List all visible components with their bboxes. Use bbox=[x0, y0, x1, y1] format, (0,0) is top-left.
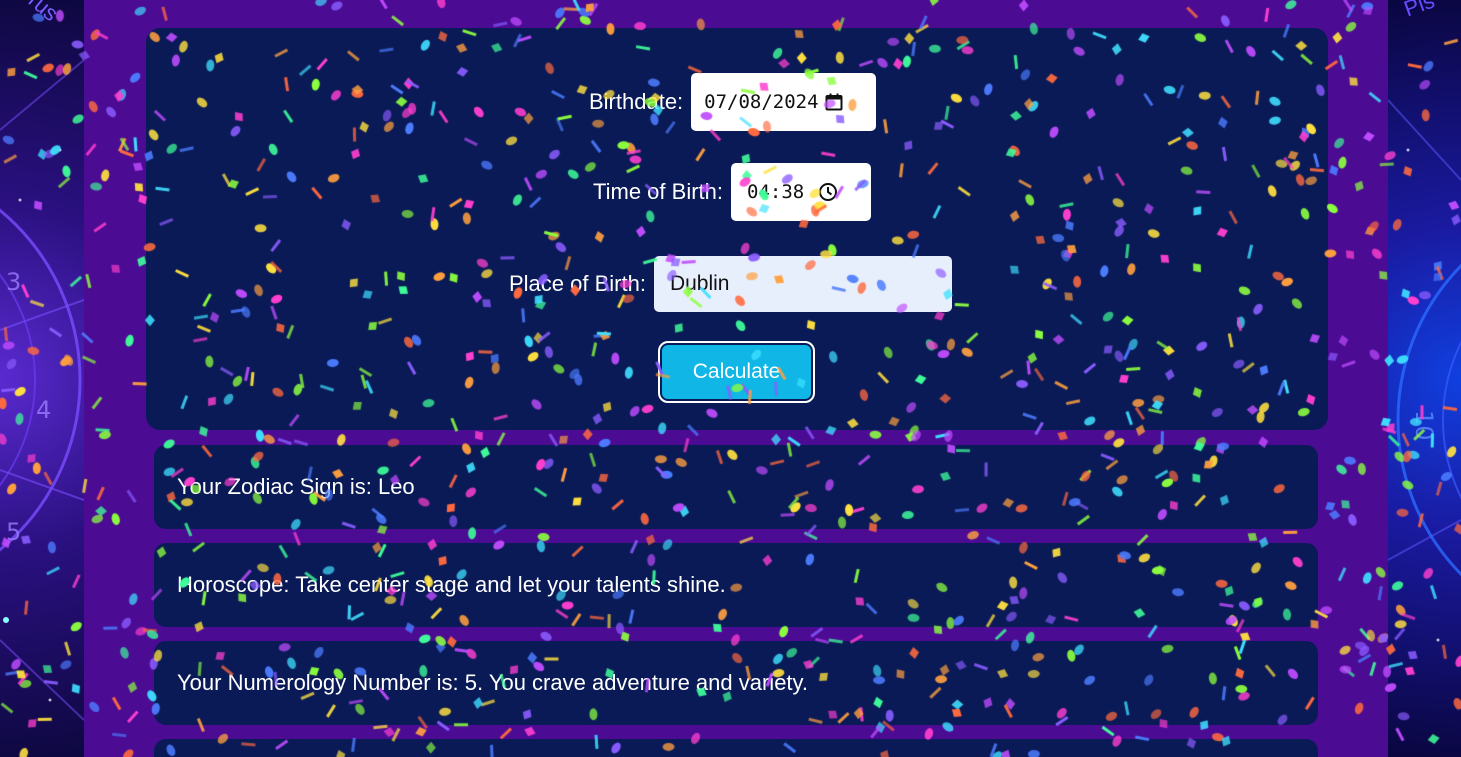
svg-text:3: 3 bbox=[6, 268, 21, 296]
birth-form-card: Birthdate: 07/08/2024 Time of Birth: 04:… bbox=[146, 28, 1328, 430]
next-result bbox=[154, 739, 1318, 757]
page: 3 4 5 rus 10 Pis Birthdate: 07/08/2024 T… bbox=[0, 0, 1461, 757]
zodiac-result: Your Zodiac Sign is: Leo bbox=[154, 445, 1318, 529]
svg-text:10: 10 bbox=[1410, 410, 1438, 441]
calculate-button[interactable]: Calculate bbox=[658, 341, 815, 403]
place-input[interactable]: Dublin bbox=[653, 256, 952, 312]
birthdate-label: Birthdate: bbox=[589, 89, 684, 114]
birthdate-row: Birthdate: 07/08/2024 bbox=[589, 73, 877, 131]
time-label: Time of Birth: bbox=[593, 179, 723, 204]
numerology-result: Your Numerology Number is: 5. You crave … bbox=[154, 641, 1318, 725]
time-row: Time of Birth: 04:38 bbox=[593, 163, 871, 221]
time-value: 04:38 bbox=[747, 181, 805, 203]
time-input[interactable]: 04:38 bbox=[731, 163, 871, 221]
horoscope-result: Horoscope: Take center stage and let you… bbox=[154, 543, 1318, 627]
birthdate-value: 07/08/2024 bbox=[704, 91, 819, 113]
svg-text:5: 5 bbox=[6, 518, 21, 546]
zodiac-wheel-right: 10 Pis bbox=[1388, 0, 1461, 757]
place-value: Dublin bbox=[669, 272, 730, 295]
svg-text:4: 4 bbox=[36, 396, 51, 424]
birthdate-input[interactable]: 07/08/2024 bbox=[691, 73, 877, 131]
place-row: Place of Birth: Dublin bbox=[509, 256, 952, 312]
calendar-icon[interactable] bbox=[825, 93, 843, 111]
zodiac-wheel-left: 3 4 5 rus bbox=[0, 0, 84, 757]
main-container: Birthdate: 07/08/2024 Time of Birth: 04:… bbox=[84, 0, 1388, 757]
place-label: Place of Birth: bbox=[509, 271, 646, 296]
clock-icon[interactable] bbox=[818, 182, 838, 202]
